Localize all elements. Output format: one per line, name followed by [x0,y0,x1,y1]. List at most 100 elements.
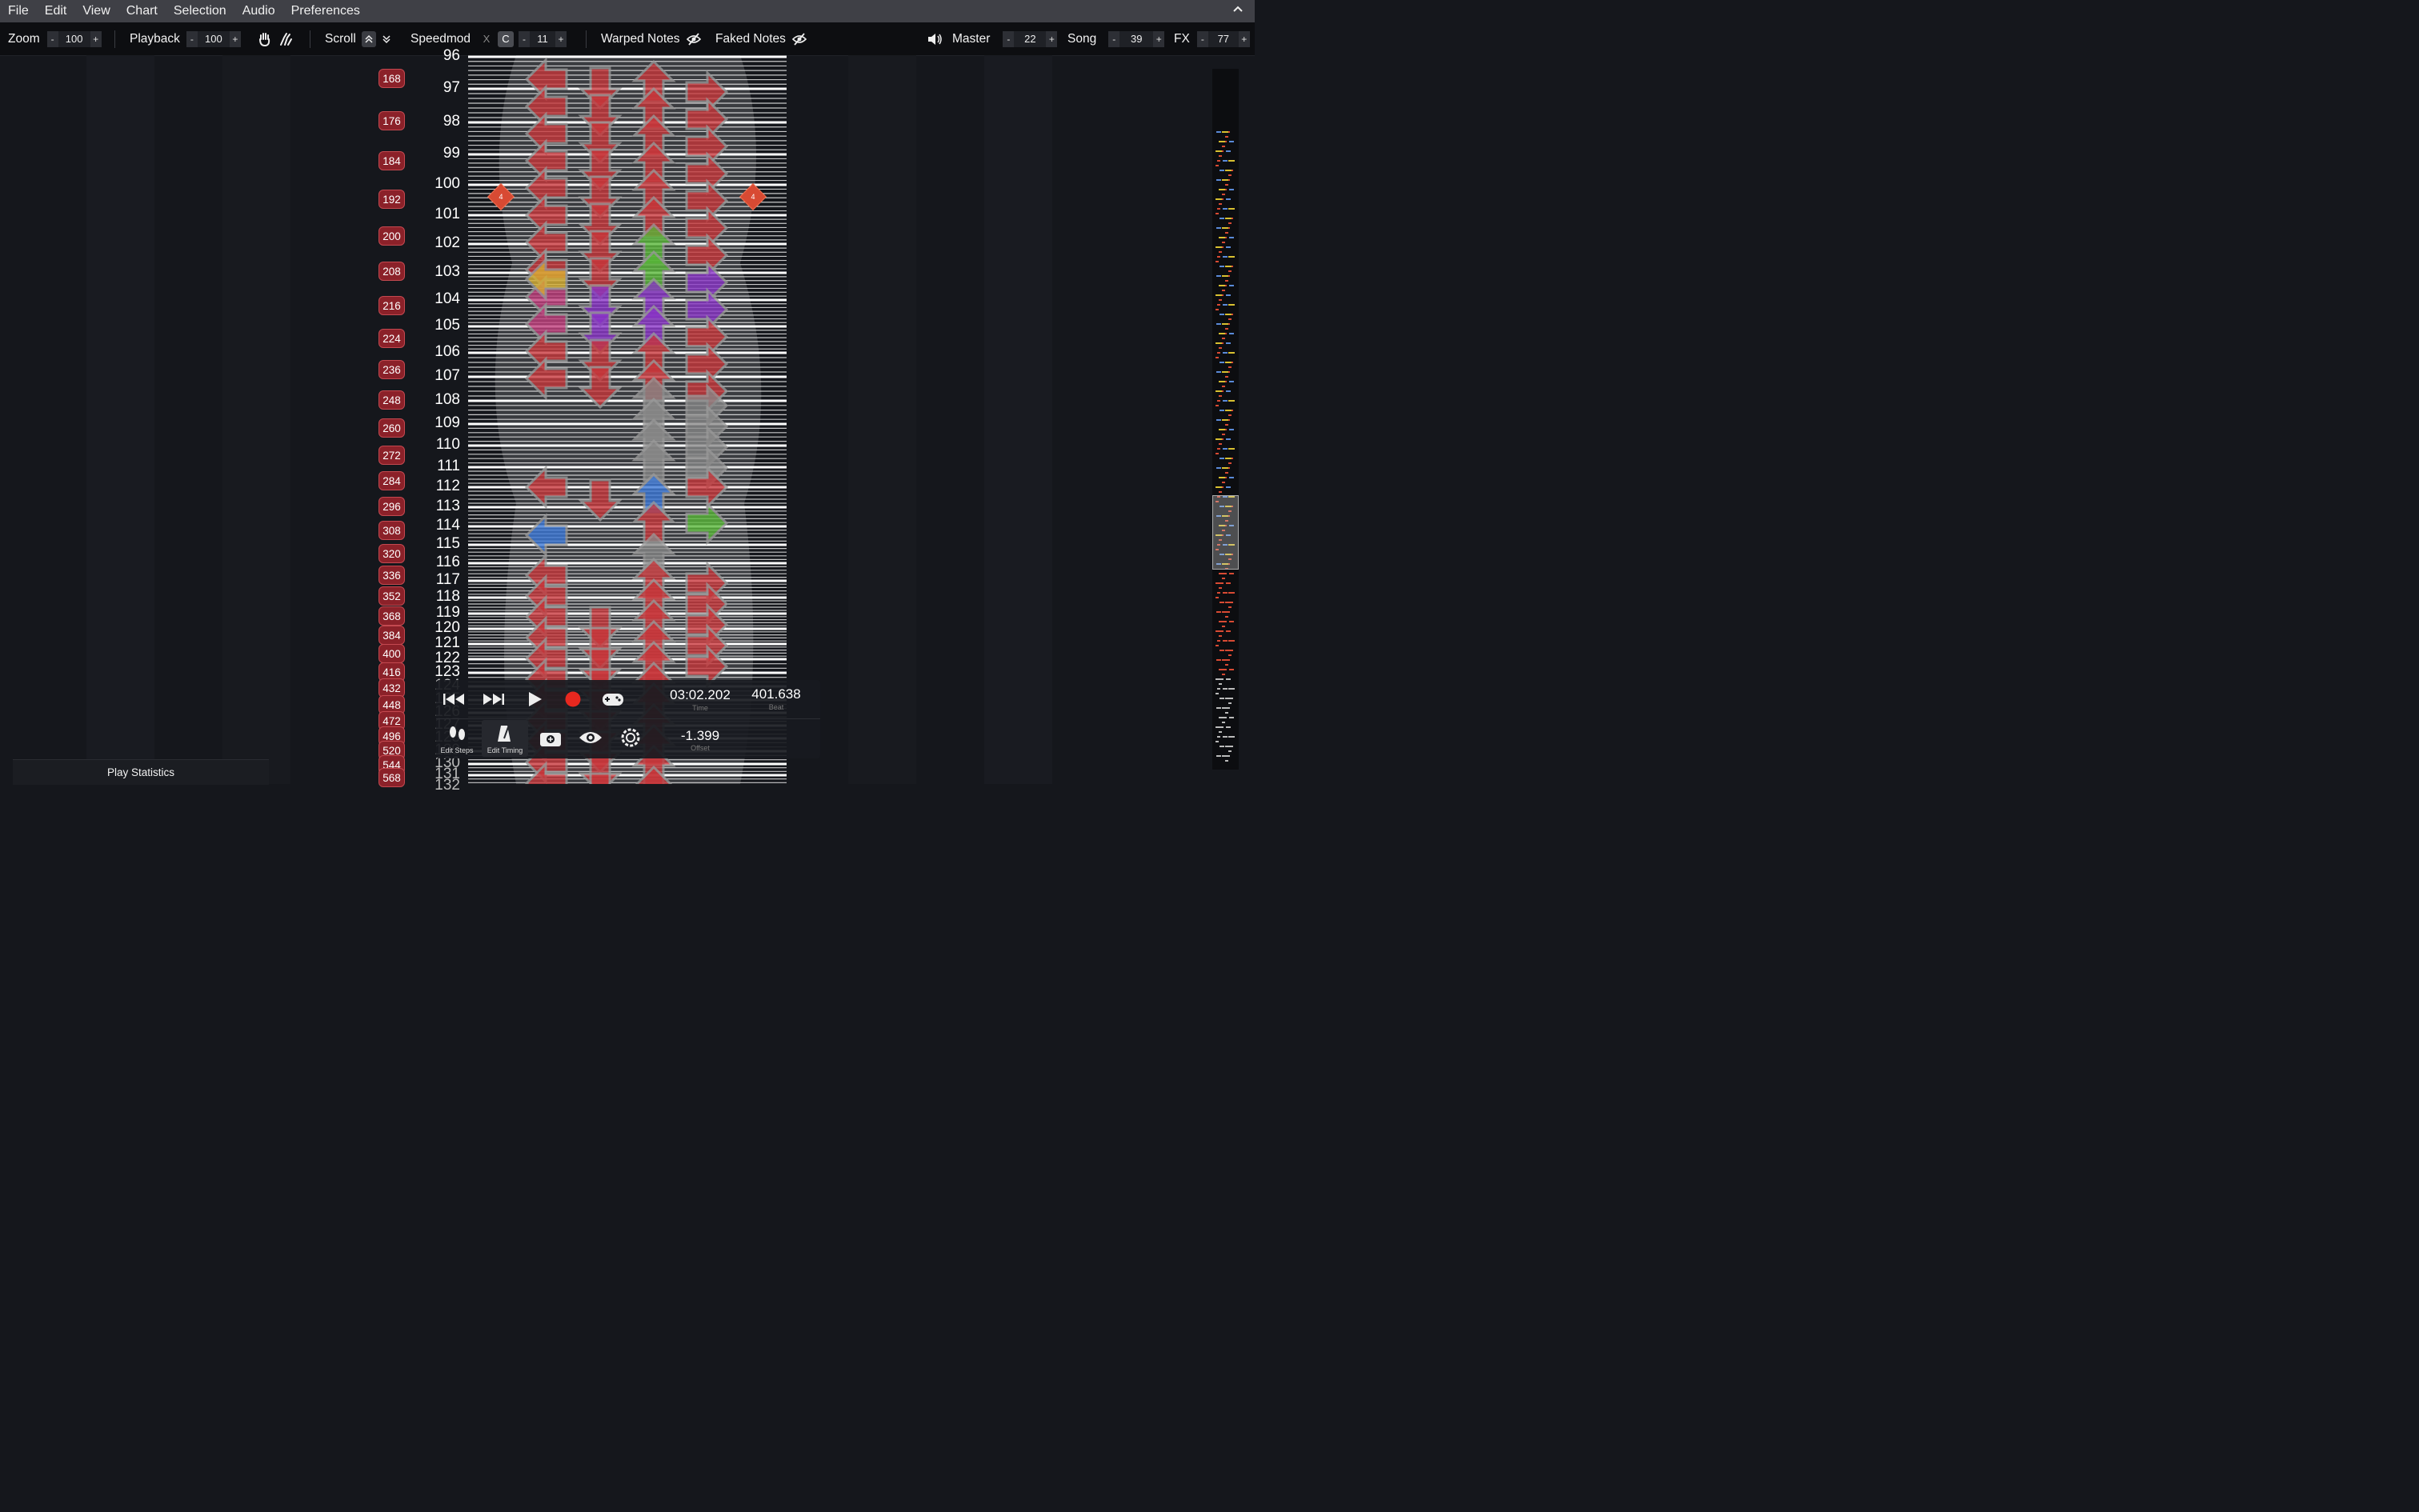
minimap-note [1226,678,1231,680]
faked-notes-toggle[interactable]: Faked Notes [715,22,807,55]
bpm-badge[interactable]: 368 [378,606,405,626]
fx-minus-button[interactable]: - [1196,30,1208,47]
menu-file[interactable]: File [0,0,37,22]
song-value[interactable]: 39 [1119,30,1154,47]
master-minus-button[interactable]: - [1003,30,1015,47]
menu-audio[interactable]: Audio [234,0,283,22]
bpm-badge[interactable]: 224 [378,329,405,348]
zoom-minus-button[interactable]: - [46,30,58,47]
bpm-badge[interactable]: 384 [378,626,405,645]
minimap-note [1226,150,1231,152]
bpm-badge[interactable]: 296 [378,497,405,516]
skip-forward-icon[interactable] [481,691,505,707]
bpm-badge[interactable]: 208 [378,262,405,281]
minimap-note [1223,448,1228,450]
speedmod-value[interactable]: 11 [529,30,555,47]
master-plus-button[interactable]: + [1046,30,1058,47]
bpm-badge[interactable]: 568 [378,768,405,787]
bpm-badge[interactable]: 168 [378,69,405,88]
edit-timing-button[interactable]: Edit Timing [482,720,528,757]
bpm-badge[interactable]: 192 [378,190,405,209]
master-value[interactable]: 22 [1014,30,1047,47]
footsteps-icon[interactable] [444,724,471,745]
bpm-badge[interactable]: 308 [378,521,405,540]
scroll-down-icon[interactable] [379,31,394,47]
eye-icon[interactable] [578,728,603,747]
menu-view[interactable]: View [74,0,118,22]
toolbar: Zoom - 100 + Playback - 100 + Scroll Spe… [0,22,1255,56]
minimap-note [1223,256,1228,258]
play-statistics-tab[interactable]: Play Statistics [13,759,269,785]
skip-back-icon[interactable] [443,691,467,707]
minimap-note [1216,390,1222,392]
speedmod-minus-button[interactable]: - [518,30,530,47]
playback-value[interactable]: 100 [197,30,230,47]
zoom-plus-button[interactable]: + [90,30,102,47]
claps-icon[interactable] [277,30,294,48]
hand-icon[interactable] [256,30,274,48]
minimap-note [1223,304,1228,306]
bpm-badge[interactable]: 216 [378,296,405,315]
minimap-note [1225,602,1232,603]
menu-chart[interactable]: Chart [118,0,166,22]
camera-add-icon[interactable] [539,728,563,749]
minimap-note [1217,736,1220,738]
chevron-up-icon[interactable] [1232,3,1244,14]
minimap[interactable] [1212,69,1239,770]
minimap-note [1222,338,1225,339]
edit-steps-label[interactable]: Edit Steps [439,746,475,754]
bpm-badge[interactable]: 176 [378,111,405,130]
speedmod-c-toggle[interactable]: C [497,30,514,47]
bpm-badge[interactable]: 272 [378,446,405,465]
song-plus-button[interactable]: + [1153,30,1165,47]
scroll-up-icon[interactable] [361,30,376,47]
minimap-note [1225,362,1232,363]
bpm-badge[interactable]: 260 [378,418,405,438]
zoom-value[interactable]: 100 [58,30,90,47]
minimap-note [1225,698,1232,699]
speedmod-plus-button[interactable]: + [555,30,567,47]
minimap-note [1219,251,1222,253]
playback-plus-button[interactable]: + [229,30,241,47]
minimap-viewport[interactable] [1212,495,1239,570]
minimap-note [1225,410,1232,411]
bpm-badge[interactable]: 400 [378,644,405,663]
bpm-badge[interactable]: 320 [378,544,405,563]
master-label: Master [952,31,991,46]
bpm-badge[interactable]: 352 [378,586,405,606]
minimap-note [1219,189,1225,190]
song-minus-button[interactable]: - [1108,30,1120,47]
bpm-badge[interactable]: 184 [378,151,405,170]
minimap-note [1225,376,1228,378]
note-field[interactable] [468,55,787,784]
minimap-note [1226,726,1231,728]
minimap-note [1219,717,1225,718]
speedmod-x-toggle[interactable]: X [479,31,495,47]
minimap-note [1222,290,1225,291]
minimap-note [1225,458,1232,459]
fx-value[interactable]: 77 [1207,30,1239,47]
speaker-icon[interactable] [926,30,943,48]
gamepad-icon[interactable] [601,690,625,709]
bpm-badge[interactable]: 236 [378,360,405,379]
minimap-note [1219,237,1225,238]
beat-readout: 401.638 [751,686,801,702]
minimap-note [1220,602,1224,603]
record-icon[interactable] [564,690,582,708]
play-icon[interactable] [526,690,543,708]
divider [586,30,587,48]
warped-notes-toggle[interactable]: Warped Notes [601,22,701,55]
bpm-badge[interactable]: 284 [378,471,405,490]
settings-timer-icon[interactable] [619,726,642,749]
minimap-note [1225,136,1228,138]
minimap-note [1216,707,1221,709]
playback-minus-button[interactable]: - [186,30,198,47]
menu-selection[interactable]: Selection [166,0,234,22]
fx-plus-button[interactable]: + [1238,30,1250,47]
menu-preferences[interactable]: Preferences [283,0,368,22]
bpm-badge[interactable]: 336 [378,566,405,585]
bpm-badge[interactable]: 248 [378,390,405,410]
minimap-note [1226,294,1231,296]
bpm-badge[interactable]: 200 [378,226,405,246]
menu-edit[interactable]: Edit [37,0,75,22]
